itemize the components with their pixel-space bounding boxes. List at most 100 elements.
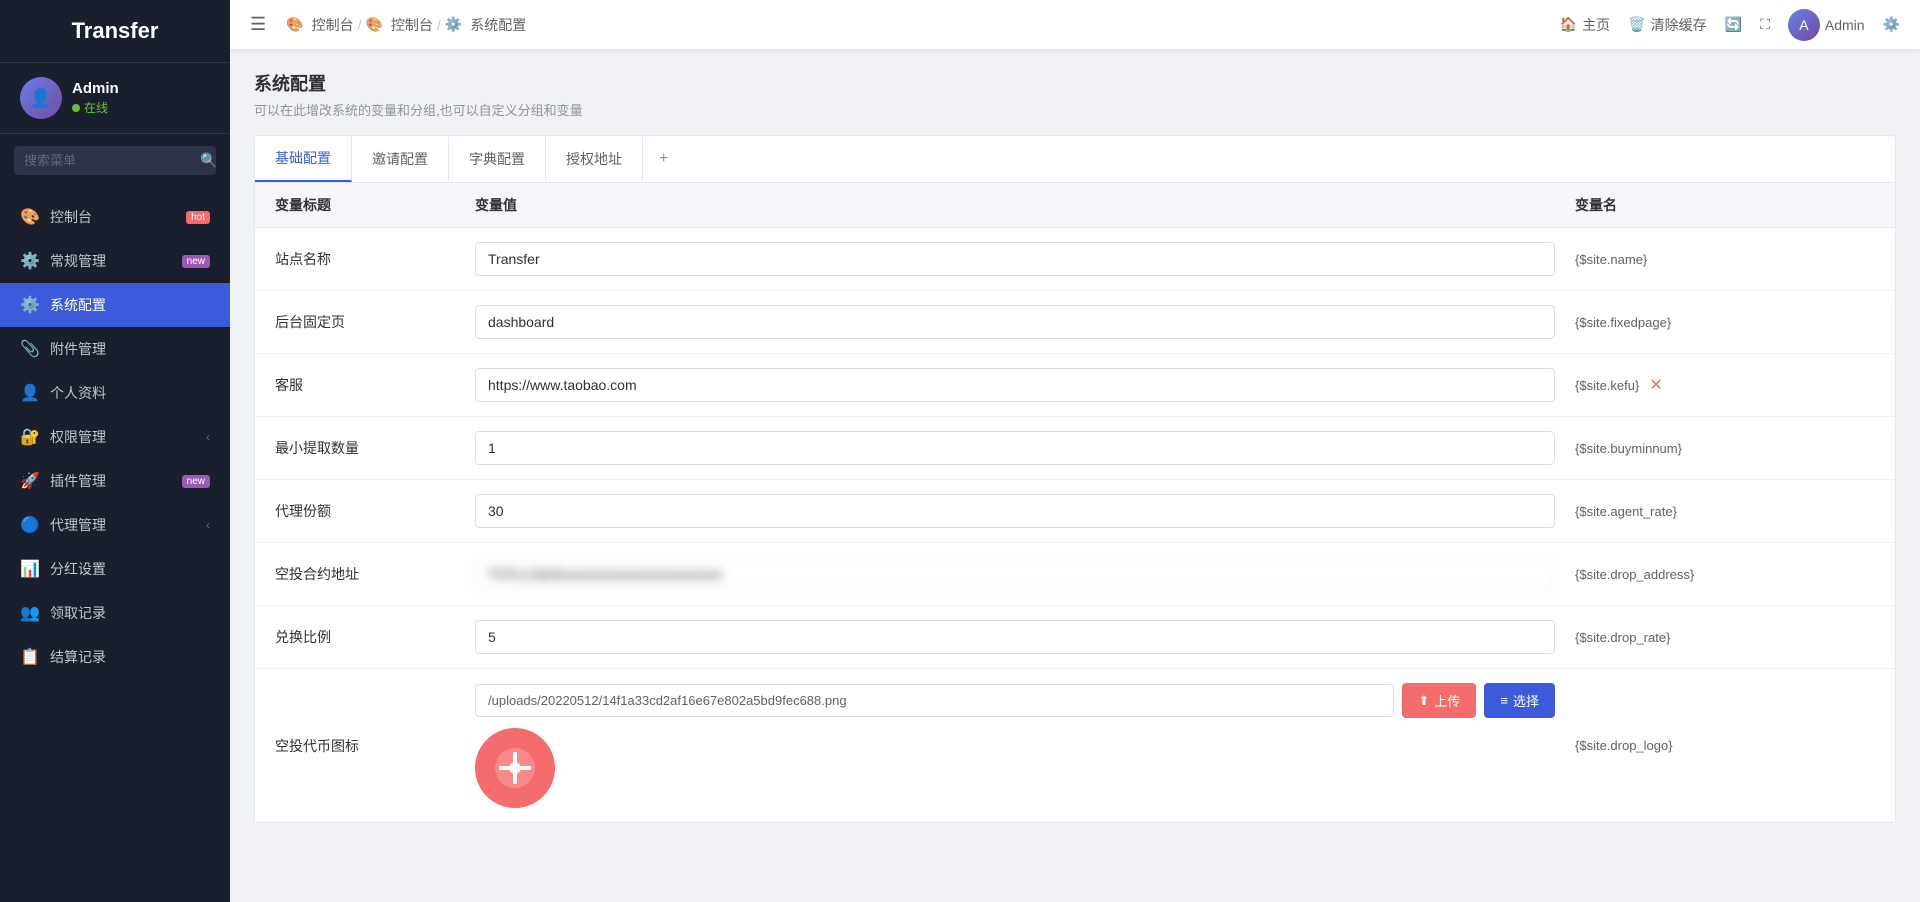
row-value-buyminnum xyxy=(475,431,1575,465)
sidebar-item-label: 系统配置 xyxy=(50,295,210,315)
sidebar-item-attachments[interactable]: 📎 附件管理 xyxy=(0,327,230,371)
row-varname-fixed-page: {$site.fixedpage} xyxy=(1575,315,1875,330)
row-varname-drop-address: {$site.drop_address} xyxy=(1575,567,1875,582)
fixed-page-input[interactable] xyxy=(475,305,1555,339)
col-label: 变量标题 xyxy=(275,195,475,215)
refresh-icon: 🔄 xyxy=(1725,16,1742,33)
sidebar-item-label: 领取记录 xyxy=(50,603,210,623)
row-label-kefu: 客服 xyxy=(275,375,475,395)
table-row: 客服 {$site.kefu} ✕ xyxy=(255,354,1895,417)
upload-label: 上传 xyxy=(1434,691,1460,710)
kefu-input[interactable] xyxy=(475,368,1555,402)
trash-icon: 🗑️ xyxy=(1628,16,1645,33)
hot-badge: hot xyxy=(186,211,210,224)
sidebar-item-label: 常规管理 xyxy=(50,251,176,271)
tab-invite[interactable]: 邀请配置 xyxy=(352,137,449,181)
row-label-fixed-page: 后台固定页 xyxy=(275,312,475,332)
page-header: 系统配置 可以在此增改系统的变量和分组,也可以自定义分组和变量 xyxy=(254,70,1896,119)
main-area: ☰ 🎨 控制台 / 🎨 控制台 / ⚙️ 系统配置 🏠 主页 🗑️ 清除缓存 xyxy=(230,0,1920,902)
sidebar-item-dashboard[interactable]: 🎨 控制台 hot xyxy=(0,195,230,239)
table-row: 后台固定页 {$site.fixedpage} xyxy=(255,291,1895,354)
row-label-drop-logo: 空投代币图标 xyxy=(275,736,475,756)
hamburger-icon[interactable]: ☰ xyxy=(250,14,266,35)
row-label-buyminnum: 最小提取数量 xyxy=(275,438,475,458)
tab-basic[interactable]: 基础配置 xyxy=(255,136,352,182)
sidebar-item-dividends[interactable]: 📊 分红设置 xyxy=(0,547,230,591)
general-icon: ⚙️ xyxy=(20,251,40,271)
col-value: 变量值 xyxy=(475,195,1575,215)
table-row: 代理份额 {$site.agent_rate} xyxy=(255,480,1895,543)
breadcrumb-system[interactable]: 系统配置 xyxy=(470,15,526,35)
image-preview xyxy=(475,728,555,808)
clear-cache-button[interactable]: 🗑️ 清除缓存 xyxy=(1628,15,1706,35)
site-name-input[interactable] xyxy=(475,242,1555,276)
row-label-agent-rate: 代理份额 xyxy=(275,501,475,521)
sidebar-item-label: 个人资料 xyxy=(50,383,210,403)
sidebar-item-agents[interactable]: 🔵 代理管理 ‹ xyxy=(0,503,230,547)
table-header: 变量标题 变量值 变量名 xyxy=(255,183,1895,228)
upload-icon: ⬆ xyxy=(1418,693,1429,709)
tab-dict[interactable]: 字典配置 xyxy=(449,137,546,181)
sidebar-item-general[interactable]: ⚙️ 常规管理 new xyxy=(0,239,230,283)
admin-label: Admin xyxy=(1825,17,1865,33)
settlement-icon: 📋 xyxy=(20,647,40,667)
buyminnum-input[interactable] xyxy=(475,431,1555,465)
chevron-icon: ‹ xyxy=(206,518,210,532)
avatar: 👤 xyxy=(20,77,62,119)
sidebar-item-label: 结算记录 xyxy=(50,647,210,667)
sidebar-search[interactable]: 🔍 xyxy=(14,146,216,175)
row-varname-drop-logo: {$site.drop_logo} xyxy=(1575,738,1875,753)
breadcrumb-dashboard2-icon: 🎨 xyxy=(365,16,382,33)
row-label-drop-rate: 兑换比例 xyxy=(275,627,475,647)
settings-button[interactable]: ⚙️ xyxy=(1883,16,1900,33)
drop-rate-input[interactable] xyxy=(475,620,1555,654)
sidebar-item-label: 控制台 xyxy=(50,207,180,227)
row-value-agent-rate xyxy=(475,494,1575,528)
select-button[interactable]: ≡ 选择 xyxy=(1484,683,1555,718)
delete-icon[interactable]: ✕ xyxy=(1649,375,1662,395)
table-row: 空投代币图标 ⬆ 上传 ≡ 选择 xyxy=(255,669,1895,822)
topbar: ☰ 🎨 控制台 / 🎨 控制台 / ⚙️ 系统配置 🏠 主页 🗑️ 清除缓存 xyxy=(230,0,1920,50)
sidebar: Transfer 👤 Admin 在线 🔍 🎨 控制台 hot ⚙️ 常规管理 … xyxy=(0,0,230,902)
username: Admin xyxy=(72,80,119,97)
drop-address-input[interactable] xyxy=(475,557,1555,591)
agent-rate-input[interactable] xyxy=(475,494,1555,528)
tabs-bar: 基础配置 邀请配置 字典配置 授权地址 + xyxy=(254,135,1896,183)
sidebar-item-system[interactable]: ⚙️ 系统配置 xyxy=(0,283,230,327)
table-row: 站点名称 {$site.name} xyxy=(255,228,1895,291)
admin-user[interactable]: A Admin xyxy=(1788,9,1865,41)
sidebar-item-label: 权限管理 xyxy=(50,427,206,447)
sidebar-item-settlement[interactable]: 📋 结算记录 xyxy=(0,635,230,679)
breadcrumb-dashboard2[interactable]: 控制台 xyxy=(391,15,433,35)
home-button[interactable]: 🏠 主页 xyxy=(1560,15,1610,35)
select-icon: ≡ xyxy=(1500,693,1508,708)
refresh-button[interactable]: 🔄 xyxy=(1725,16,1742,33)
row-varname-site-name: {$site.name} xyxy=(1575,252,1875,267)
sidebar-item-profile[interactable]: 👤 个人资料 xyxy=(0,371,230,415)
tab-auth[interactable]: 授权地址 xyxy=(546,137,643,181)
config-table: 变量标题 变量值 变量名 站点名称 {$site.name} 后台固定页 {$s… xyxy=(254,183,1896,823)
search-input[interactable] xyxy=(24,153,200,168)
breadcrumb-sep: / xyxy=(358,17,362,33)
status-dot xyxy=(72,104,80,112)
user-status: 在线 xyxy=(72,99,119,116)
row-label-drop-address: 空投合约地址 xyxy=(275,564,475,584)
tab-add-button[interactable]: + xyxy=(643,140,684,178)
file-row: ⬆ 上传 ≡ 选择 xyxy=(475,683,1555,718)
row-varname-agent-rate: {$site.agent_rate} xyxy=(1575,504,1875,519)
breadcrumb-dashboard[interactable]: 控制台 xyxy=(312,15,354,35)
row-value-drop-rate xyxy=(475,620,1575,654)
upload-button[interactable]: ⬆ 上传 xyxy=(1402,683,1476,718)
page-subtitle: 可以在此增改系统的变量和分组,也可以自定义分组和变量 xyxy=(254,100,1896,119)
system-icon: ⚙️ xyxy=(20,295,40,315)
home-icon: 🏠 xyxy=(1560,16,1577,33)
fullscreen-button[interactable]: ⛶ xyxy=(1760,16,1770,33)
page-title: 系统配置 xyxy=(254,70,1896,96)
preview-svg xyxy=(491,744,539,792)
sidebar-item-permissions[interactable]: 🔐 权限管理 ‹ xyxy=(0,415,230,459)
topbar-left: ☰ 🎨 控制台 / 🎨 控制台 / ⚙️ 系统配置 xyxy=(250,14,526,35)
sidebar-user: 👤 Admin 在线 xyxy=(0,63,230,134)
sidebar-item-claim[interactable]: 👥 领取记录 xyxy=(0,591,230,635)
sidebar-item-plugins[interactable]: 🚀 插件管理 new xyxy=(0,459,230,503)
drop-logo-input[interactable] xyxy=(475,684,1394,717)
